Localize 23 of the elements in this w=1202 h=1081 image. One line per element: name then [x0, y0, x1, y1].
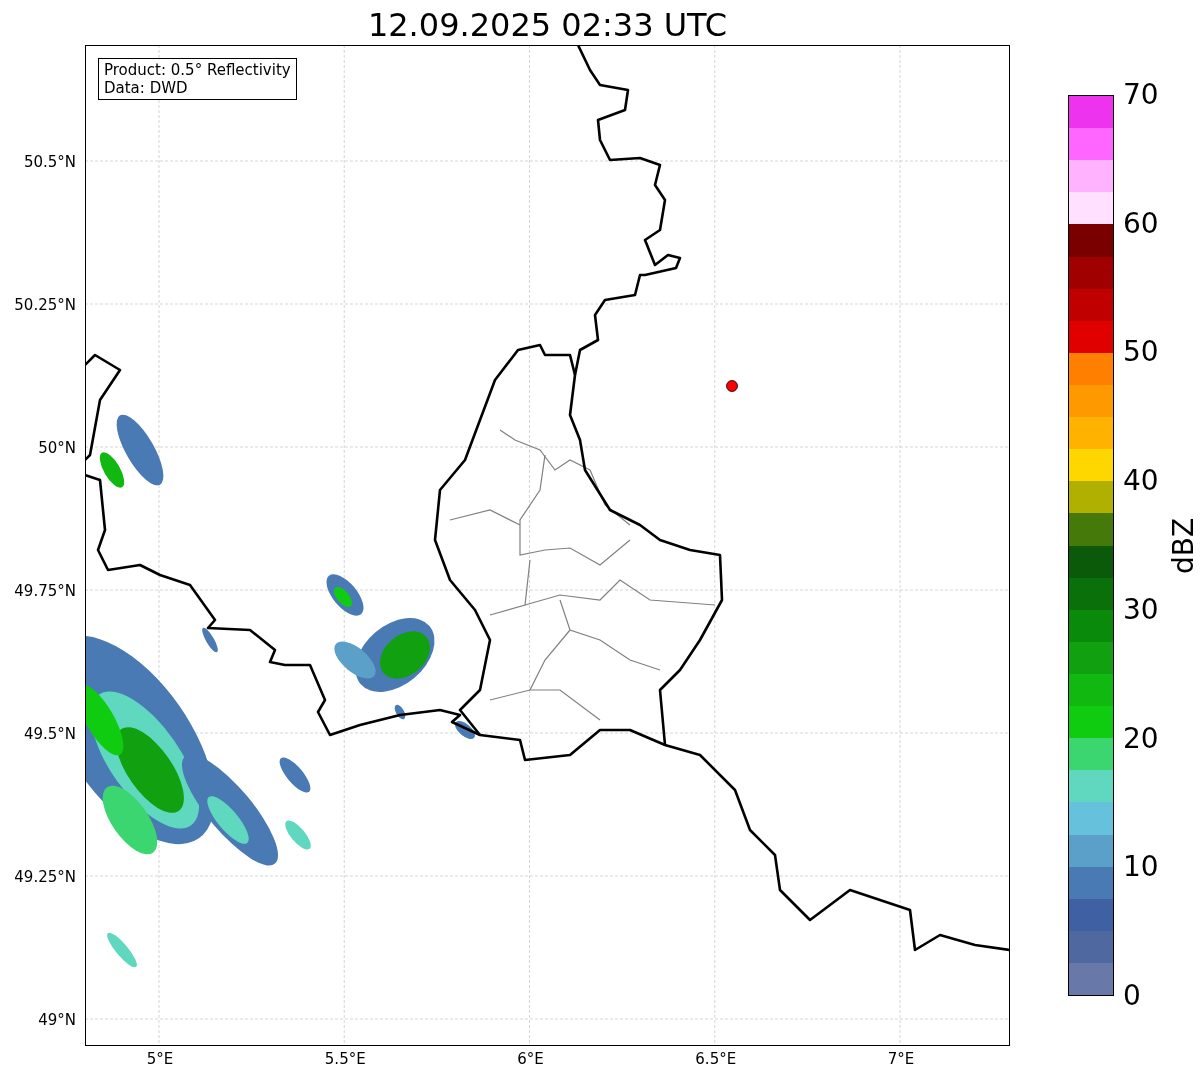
colorbar-tick-label: 10 — [1123, 851, 1159, 884]
axis-tick-label: 6°E — [517, 1050, 544, 1068]
colorbar-tick-label: 50 — [1123, 336, 1159, 369]
axis-tick-label: 6.5°E — [695, 1050, 737, 1068]
axis-tick-label: 49.25°N — [14, 868, 76, 886]
colorbar-tick-label: 40 — [1123, 465, 1159, 498]
colorbar-tick-label: 20 — [1123, 722, 1159, 755]
info-box: Product: 0.5° Reflectivity Data: DWD — [98, 58, 297, 100]
axis-tick-label: 49°N — [38, 1011, 76, 1029]
colorbar-tick-label: 0 — [1123, 980, 1141, 1012]
chart-title: 12.09.2025 02:33 UTC — [367, 5, 728, 45]
axis-tick-label: 49.5°N — [23, 725, 76, 743]
colorbar-tick-label: 30 — [1123, 593, 1159, 626]
axis-tick-label: 50.5°N — [23, 153, 76, 171]
axis-tick-label: 50.25°N — [14, 296, 76, 314]
colorbar-label: dBZ — [1166, 517, 1201, 574]
colorbar-tick-label: 70 — [1123, 79, 1159, 111]
axis-tick-label: 5.5°E — [324, 1050, 366, 1068]
axis-tick-label: 50°N — [38, 439, 76, 457]
axis-tick-label: 7°E — [887, 1050, 915, 1068]
colorbar-tick-label: 60 — [1123, 207, 1159, 240]
axis-tick-label: 5°E — [146, 1050, 174, 1068]
axis-tick-label: 49.75°N — [14, 582, 76, 600]
